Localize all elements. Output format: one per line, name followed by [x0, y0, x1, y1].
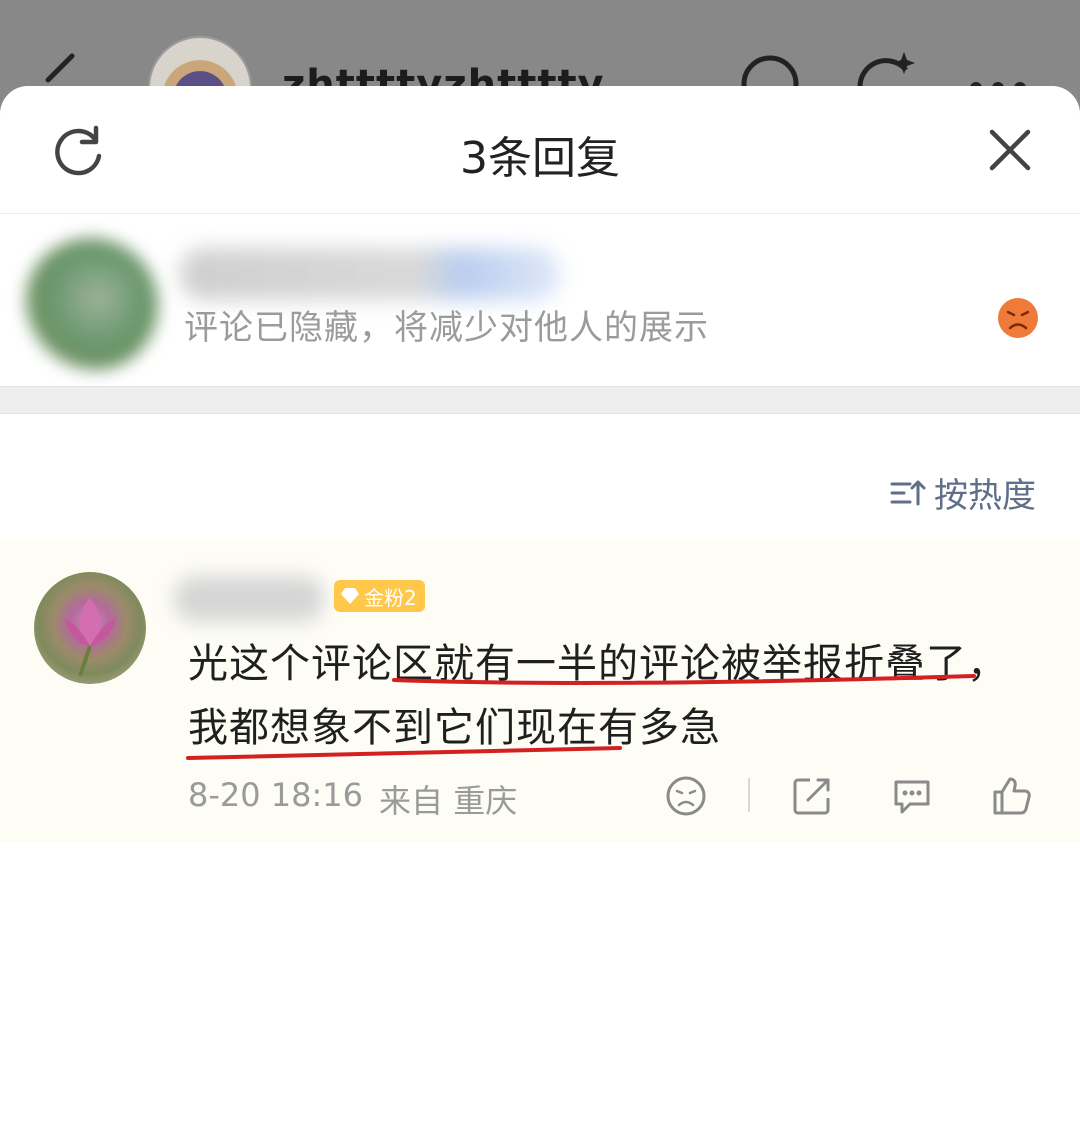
emoji-icon[interactable] — [664, 774, 708, 818]
diamond-icon — [341, 588, 359, 604]
background-header: zhttttyzhtttty — [0, 0, 1080, 140]
avatar[interactable] — [34, 572, 146, 684]
sheet-title: 3条回复 — [460, 133, 620, 184]
sort-icon — [890, 480, 926, 505]
close-icon[interactable] — [982, 122, 1038, 178]
comment-icon[interactable] — [890, 774, 934, 818]
sort-button[interactable]: 按热度 — [890, 468, 1036, 517]
avatar[interactable] — [24, 238, 158, 372]
lotus-icon — [64, 598, 116, 677]
sad-face-icon[interactable] — [996, 296, 1040, 340]
comment-location: 来自 重庆 — [379, 782, 518, 820]
comment-card: 金粉2 光这个评论区就有一半的评论被举报折叠了，我都想象不到它们现在有多急 8-… — [0, 540, 1080, 842]
hidden-comment: 评论已隐藏，将减少对他人的展示 — [0, 214, 1080, 386]
fan-badge[interactable]: 金粉2 — [334, 580, 425, 612]
like-icon[interactable] — [990, 774, 1034, 818]
hidden-comment-text: 评论已隐藏，将减少对他人的展示 — [184, 308, 709, 348]
sort-row: 按热度 — [0, 414, 1080, 540]
share-icon[interactable] — [790, 774, 834, 818]
divider — [0, 386, 1080, 414]
action-divider — [748, 778, 750, 812]
replies-sheet: 3条回复 评论已隐藏，将减少对他人的展示 按热度 金粉2 光这个评论区就有一半的… — [0, 86, 1080, 1129]
badge-label: 金粉2 — [364, 585, 417, 610]
username[interactable] — [180, 248, 560, 300]
sort-label: 按热度 — [934, 476, 1036, 516]
comment-date: 8-20 18:16 — [188, 776, 364, 814]
username[interactable] — [174, 576, 324, 622]
comment-meta: 8-20 18:16 来自 重庆 — [188, 776, 517, 822]
sheet-header: 3条回复 — [0, 86, 1080, 214]
comment-text[interactable]: 光这个评论区就有一半的评论被举报折叠了，我都想象不到它们现在有多急 — [188, 632, 1028, 760]
